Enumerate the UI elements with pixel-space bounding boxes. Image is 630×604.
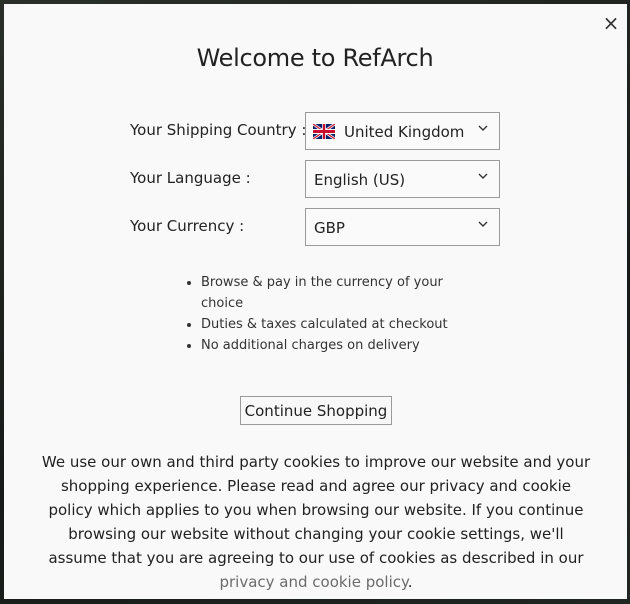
benefits-list: Browse & pay in the currency of your cho… [180, 272, 471, 356]
continue-shopping-button[interactable]: Continue Shopping [240, 396, 392, 425]
uk-flag-icon [313, 124, 335, 139]
benefit-item: Browse & pay in the currency of your cho… [201, 272, 471, 314]
language-value: English (US) [314, 171, 406, 189]
chevron-down-icon [478, 173, 488, 179]
benefit-item: No additional charges on delivery [201, 335, 471, 356]
benefit-item: Duties & taxes calculated at checkout [201, 314, 471, 335]
close-icon[interactable]: × [602, 13, 620, 33]
language-label: Your Language : [130, 169, 251, 187]
cookie-notice: We use our own and third party cookies t… [40, 450, 592, 594]
currency-label: Your Currency : [130, 217, 245, 235]
shipping-country-select[interactable]: United Kingdom [305, 112, 500, 150]
currency-select[interactable]: GBP [305, 208, 500, 246]
privacy-cookie-policy-link[interactable]: privacy and cookie policy [219, 573, 407, 591]
shipping-country-row: Your Shipping Country : United Kingdom [130, 112, 502, 150]
language-select[interactable]: English (US) [305, 160, 500, 198]
shipping-country-label: Your Shipping Country : [130, 121, 307, 139]
chevron-down-icon [478, 125, 488, 131]
currency-row: Your Currency : GBP [130, 208, 502, 246]
cookie-notice-text: We use our own and third party cookies t… [41, 453, 591, 567]
language-row: Your Language : English (US) [130, 160, 502, 198]
chevron-down-icon [478, 221, 488, 227]
shipping-country-value: United Kingdom [344, 123, 465, 141]
modal-title: Welcome to RefArch [196, 44, 434, 72]
cookie-notice-end: . [407, 573, 413, 591]
currency-value: GBP [314, 219, 345, 237]
